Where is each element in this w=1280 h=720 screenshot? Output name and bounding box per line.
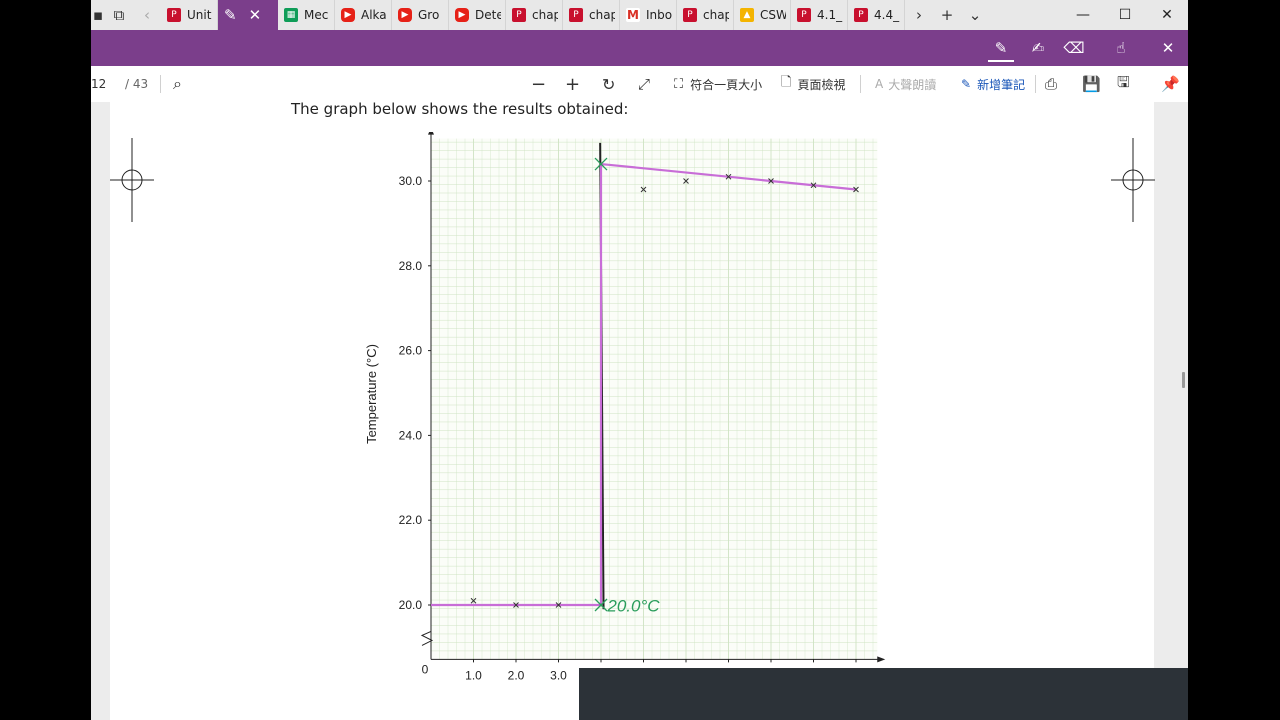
- tab-4[interactable]: ▶ Dete: [449, 0, 506, 30]
- add-note-pen-icon: ✎: [961, 77, 972, 91]
- pin-toolbar-icon[interactable]: 📌: [1161, 66, 1180, 102]
- y-tick-label: 26.0: [399, 344, 423, 358]
- drive-icon: ▲: [740, 8, 754, 22]
- search-icon[interactable]: ⌕: [173, 66, 182, 102]
- eraser-icon[interactable]: ⌫: [1061, 36, 1087, 60]
- page-number-input[interactable]: 12: [91, 66, 106, 102]
- y-tick-label: 24.0: [399, 428, 423, 442]
- maximize-icon[interactable]: ☐: [1104, 0, 1146, 30]
- youtube-icon: ▶: [398, 8, 412, 22]
- pdf-toolbar: 12 / 43 ⌕ − + ↻ ⤢ ⛶ 符合一頁大小 🗋 頁面檢視 A 大聲朗讀 ✎ 新…: [91, 66, 1188, 103]
- crop-mark-right: [1111, 138, 1155, 222]
- tab-6[interactable]: Pchap: [563, 0, 620, 30]
- tab-actions-icon[interactable]: ▪: [91, 0, 105, 30]
- save-as-icon[interactable]: 🖫: [1117, 66, 1130, 102]
- youtube-icon: ▶: [455, 8, 469, 22]
- pdf-icon: P: [167, 8, 181, 22]
- document-caption: The graph below shows the results obtain…: [291, 100, 629, 118]
- youtube-icon: ▶: [341, 8, 355, 22]
- print-icon[interactable]: ⎙: [1045, 66, 1057, 102]
- tab-5[interactable]: Pchap: [506, 0, 563, 30]
- read-aloud-button[interactable]: A 大聲朗讀: [875, 66, 936, 102]
- x-axis-arrow: [877, 656, 886, 663]
- tab-0[interactable]: P Unit: [161, 0, 218, 30]
- ink-toolbar: ✎ ✍ ⌫ ☝ ✕: [91, 30, 1188, 66]
- y-axis-arrow: [428, 132, 434, 135]
- tab-active[interactable]: ✎ ✕: [218, 0, 278, 30]
- temperature-chart: 20.022.024.026.028.030.01.02.03.04.05.06…: [364, 132, 886, 682]
- tab-7[interactable]: M Inbo: [620, 0, 677, 30]
- y-tick-label: 30.0: [399, 174, 423, 188]
- tab-3[interactable]: ▶ Gro: [392, 0, 449, 30]
- scroll-tabs-right-icon[interactable]: ›: [905, 0, 933, 30]
- close-tab-icon[interactable]: ✕: [249, 6, 262, 24]
- gmail-icon: M: [626, 8, 640, 22]
- add-note-button[interactable]: ✎ 新增筆記: [961, 66, 1025, 102]
- fit-to-page-button[interactable]: ⛶ 符合一頁大小: [674, 66, 762, 102]
- read-aloud-icon: A: [875, 77, 884, 91]
- close-ink-icon[interactable]: ✕: [1155, 36, 1181, 60]
- tab-1[interactable]: ▦ Mec: [278, 0, 335, 30]
- page-view-button[interactable]: 🗋 頁面檢視: [781, 66, 845, 102]
- tab-9[interactable]: ▲ CSW: [734, 0, 791, 30]
- edge-pdf-window: ▪ ⧉ ‹ P Unit ✎ ✕ ▦ Mec ▶ Alka ▶ Gro ▶ Dete Pc…: [91, 0, 1188, 720]
- minimize-icon[interactable]: —: [1062, 0, 1104, 30]
- page-view-icon: 🗋: [781, 75, 792, 90]
- origin-label: 0: [422, 662, 429, 676]
- touch-writing-icon[interactable]: ☝: [1108, 36, 1134, 60]
- pdf-icon: P: [569, 8, 583, 22]
- zoom-out-icon[interactable]: −: [531, 66, 546, 102]
- tabs-aside-icon[interactable]: ⧉: [105, 0, 133, 30]
- tab-10[interactable]: P 4.1_: [791, 0, 848, 30]
- tab-list-icon[interactable]: ⌄: [961, 0, 989, 30]
- rotate-icon[interactable]: ↻: [602, 66, 615, 102]
- tab-2[interactable]: ▶ Alka: [335, 0, 392, 30]
- y-tick-label: 28.0: [399, 259, 423, 273]
- x-tick-label: 2.0: [508, 668, 525, 682]
- new-tab-icon[interactable]: +: [933, 0, 961, 30]
- sheet-icon: ▦: [284, 8, 298, 22]
- crop-mark-left: [110, 138, 154, 222]
- close-window-icon[interactable]: ✕: [1146, 0, 1188, 30]
- tab-8[interactable]: Pchap: [677, 0, 734, 30]
- x-tick-label: 3.0: [550, 668, 567, 682]
- pdf-icon: P: [683, 8, 697, 22]
- pdf-page: The graph below shows the results obtain…: [110, 100, 1155, 720]
- highlighter-icon[interactable]: ✍: [1025, 36, 1051, 60]
- pdf-viewport[interactable]: The graph below shows the results obtain…: [91, 100, 1188, 720]
- grid-background: [431, 138, 878, 660]
- pdf-icon: P: [512, 8, 526, 22]
- pdf-icon: P: [797, 8, 811, 22]
- tab-11[interactable]: P 4.4_: [848, 0, 905, 30]
- x-tick-label: 1.0: [465, 668, 482, 682]
- video-overlay-bar: [579, 668, 1188, 720]
- zoom-in-icon[interactable]: +: [565, 66, 580, 102]
- save-icon[interactable]: 💾: [1082, 66, 1101, 102]
- y-tick-label: 20.0: [399, 598, 423, 612]
- ballpoint-pen-icon[interactable]: ✎: [988, 36, 1014, 62]
- handwritten-annotation: 20.0°C: [606, 596, 660, 615]
- y-tick-label: 22.0: [399, 513, 423, 527]
- pen-icon: ✎: [224, 6, 237, 24]
- page-total: / 43: [125, 77, 149, 91]
- y-axis-label: Temperature (°C): [364, 344, 379, 444]
- fullscreen-icon[interactable]: ⤢: [638, 66, 650, 102]
- tab-bar: ▪ ⧉ ‹ P Unit ✎ ✕ ▦ Mec ▶ Alka ▶ Gro ▶ Dete Pc…: [91, 0, 1188, 30]
- scroll-tabs-left-icon[interactable]: ‹: [133, 0, 161, 30]
- vertical-scrollbar-thumb[interactable]: [1182, 372, 1185, 388]
- fit-page-icon: ⛶: [674, 76, 684, 92]
- pdf-icon: P: [854, 8, 868, 22]
